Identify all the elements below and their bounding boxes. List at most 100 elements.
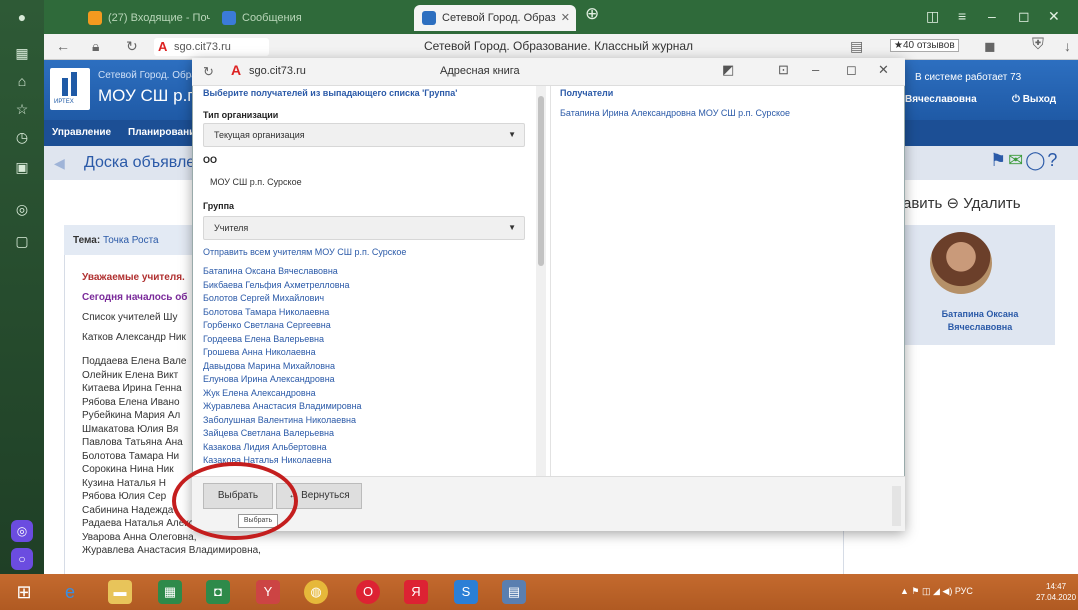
yandex-a-icon: A <box>231 62 242 78</box>
url-text: sgo.cit73.ru <box>174 41 231 53</box>
dialog-minimize-icon[interactable]: – <box>812 62 819 77</box>
person-item[interactable]: Казакова Лидия Альбертовна <box>203 442 327 452</box>
current-user-name[interactable]: Вячеславовна <box>905 94 977 105</box>
new-tab-icon[interactable]: ⊕ <box>585 4 599 24</box>
reload-icon[interactable]: ↻ <box>126 38 138 55</box>
post-line: Сорокина Нина Ник <box>82 464 174 475</box>
logout-button[interactable]: ⏻ Выход <box>1012 94 1056 105</box>
menu-item-planning[interactable]: Планирование <box>128 127 201 138</box>
protect-icon[interactable]: ⛨ <box>1032 36 1044 54</box>
board-back-icon[interactable]: ◀ <box>54 155 65 172</box>
post-line: Сабинина Надежда <box>82 504 174 516</box>
opera-icon[interactable]: O <box>356 580 380 604</box>
sgo-favicon-icon <box>422 11 436 25</box>
lock-icon[interactable]: 🔒︎ <box>92 38 99 55</box>
history-icon[interactable]: ◷ <box>13 128 31 146</box>
settings-icon[interactable]: ◎ <box>13 200 31 218</box>
system-tray[interactable]: ▲ ⚑ ◫ ◢ ◀) РУС <box>900 586 973 597</box>
menu-icon[interactable]: ≡ <box>958 8 966 24</box>
org-type-select[interactable]: Текущая организация ▼ <box>203 123 525 147</box>
close-tab-icon[interactable]: ✕ <box>561 5 570 31</box>
calculator-icon[interactable]: ▦ <box>158 580 182 604</box>
dialog-pin-icon[interactable]: ⊡ <box>778 62 789 78</box>
megaphone-icon[interactable]: ⚑ <box>990 150 1008 170</box>
skype-icon[interactable]: S <box>454 580 478 604</box>
recipient-item[interactable]: Батапина Ирина Александровна МОУ СШ р.п.… <box>560 108 790 118</box>
reviews-badge[interactable]: ★40 отзывов <box>890 39 959 52</box>
post-line: Журавлева Анастасия Владимировна, <box>82 545 261 556</box>
oo-label: ОО <box>203 155 218 165</box>
store-icon[interactable]: ◘ <box>206 580 230 604</box>
browser-window-icon[interactable]: ▤ <box>502 580 526 604</box>
tab-messages[interactable]: Сообщения <box>214 5 324 31</box>
delete-link[interactable]: авить ⊖ Удалить <box>903 194 1021 212</box>
logout-label: Выход <box>1022 94 1057 105</box>
page-title: Сетевой Город. Образование. Классный жур… <box>424 39 694 53</box>
dialog-reload-icon[interactable]: ↻ <box>203 64 214 80</box>
tab-label: Сообщения <box>242 12 302 24</box>
home-icon[interactable]: ⌂ <box>13 72 31 90</box>
person-item[interactable]: Давыдова Марина Михайловна <box>203 361 335 371</box>
grid-icon[interactable]: ▦ <box>13 44 31 62</box>
person-item[interactable]: Елунова Ирина Александровна <box>203 374 335 384</box>
person-item[interactable]: Грошева Анна Николаевна <box>203 347 316 357</box>
close-window-icon[interactable]: ✕ <box>1048 8 1060 25</box>
yandex-icon[interactable]: Y <box>256 580 280 604</box>
chat-icon[interactable]: ◯ <box>1025 150 1047 170</box>
chrome-icon[interactable]: ◍ <box>304 580 328 604</box>
bookmark-icon[interactable]: ◼ <box>984 38 996 55</box>
send-all-link[interactable]: Отправить всем учителям МОУ СШ р.п. Сурс… <box>203 247 406 257</box>
star-icon[interactable]: ☆ <box>13 100 31 118</box>
person-item[interactable]: Болотов Сергей Михайлович <box>203 293 324 303</box>
dialog-maximize-icon[interactable]: ◻ <box>846 62 857 78</box>
messages-favicon-icon <box>222 11 236 25</box>
tab-sgo[interactable]: Сетевой Город. Образ ✕ <box>414 5 576 31</box>
help-icon[interactable]: ? <box>1047 150 1059 170</box>
reader-mode-icon[interactable]: ▤ <box>850 38 863 55</box>
board-toolbar-icons[interactable]: ⚑✉◯? <box>990 150 1059 171</box>
ie-icon[interactable]: e <box>58 580 82 604</box>
person-item[interactable]: Журавлева Анастасия Владимировна <box>203 401 362 411</box>
group-select[interactable]: Учителя ▼ <box>203 216 525 240</box>
person-item[interactable]: Бикбаева Гельфия Ахметрелловна <box>203 280 350 290</box>
clock-date: 27.04.2020 <box>1036 593 1077 602</box>
download-icon[interactable]: ▣ <box>13 158 31 176</box>
restore-icon[interactable]: ◻ <box>1018 8 1030 25</box>
extension-icon[interactable]: ▢ <box>13 232 31 250</box>
menu-item-management[interactable]: Управление <box>52 127 111 138</box>
url-field[interactable]: A sgo.cit73.ru <box>154 38 269 56</box>
dialog-url: sgo.cit73.ru <box>249 65 306 77</box>
person-item[interactable]: Горбенко Светлана Сергеевна <box>203 320 331 330</box>
site-logo[interactable]: ИРТЕХ <box>50 68 90 110</box>
app-launcher-icon[interactable]: ◎ <box>11 520 33 542</box>
download-arrow-icon[interactable]: ↓ <box>1064 38 1071 54</box>
post-line: Рубейкина Мария Ал <box>82 410 181 421</box>
person-item[interactable]: Заболушная Валентина Николаевна <box>203 415 356 425</box>
tab-mail[interactable]: (27) Входящие - Почта Mail.ru <box>80 5 210 31</box>
yandex-browser-icon[interactable]: Я <box>404 580 428 604</box>
post-line: Список учителей Шу <box>82 312 178 323</box>
dialog-scrollbar[interactable] <box>892 486 901 526</box>
person-item[interactable]: Жук Елена Александровна <box>203 388 316 398</box>
person-item[interactable]: Батапина Оксана Вячеславовна <box>203 266 338 276</box>
dialog-title: Адресная книга <box>440 65 520 77</box>
person-item[interactable]: Зайцева Светлана Валерьевна <box>203 428 334 438</box>
post-theme: Тема: Точка Роста <box>73 235 159 246</box>
dialog-reader-icon[interactable]: ◩ <box>722 62 734 78</box>
minimize-icon[interactable]: – <box>988 8 996 24</box>
user-icon[interactable]: ● <box>13 8 31 26</box>
windows-start-icon[interactable]: ⊞ <box>12 580 36 604</box>
messages-count-icon[interactable]: ✉ <box>1008 150 1025 170</box>
person-item[interactable]: Гордеева Елена Валерьевна <box>203 334 324 344</box>
author-name[interactable]: Батапина Оксана Вячеславовна <box>910 308 1050 334</box>
list-scrollbar[interactable] <box>536 86 546 478</box>
back-arrow-icon[interactable]: ← <box>56 38 70 54</box>
explorer-icon[interactable]: ▬ <box>108 580 132 604</box>
clock[interactable]: 14:47 27.04.2020 <box>1036 581 1076 603</box>
person-item[interactable]: Болотова Тамара Николаевна <box>203 307 329 317</box>
alice-icon[interactable]: ○ <box>11 548 33 570</box>
highlight-circle <box>172 462 298 540</box>
dialog-close-icon[interactable]: ✕ <box>878 62 889 78</box>
theme-value[interactable]: Точка Роста <box>103 235 159 246</box>
bookmark-panel-icon[interactable]: ◫ <box>926 8 939 25</box>
